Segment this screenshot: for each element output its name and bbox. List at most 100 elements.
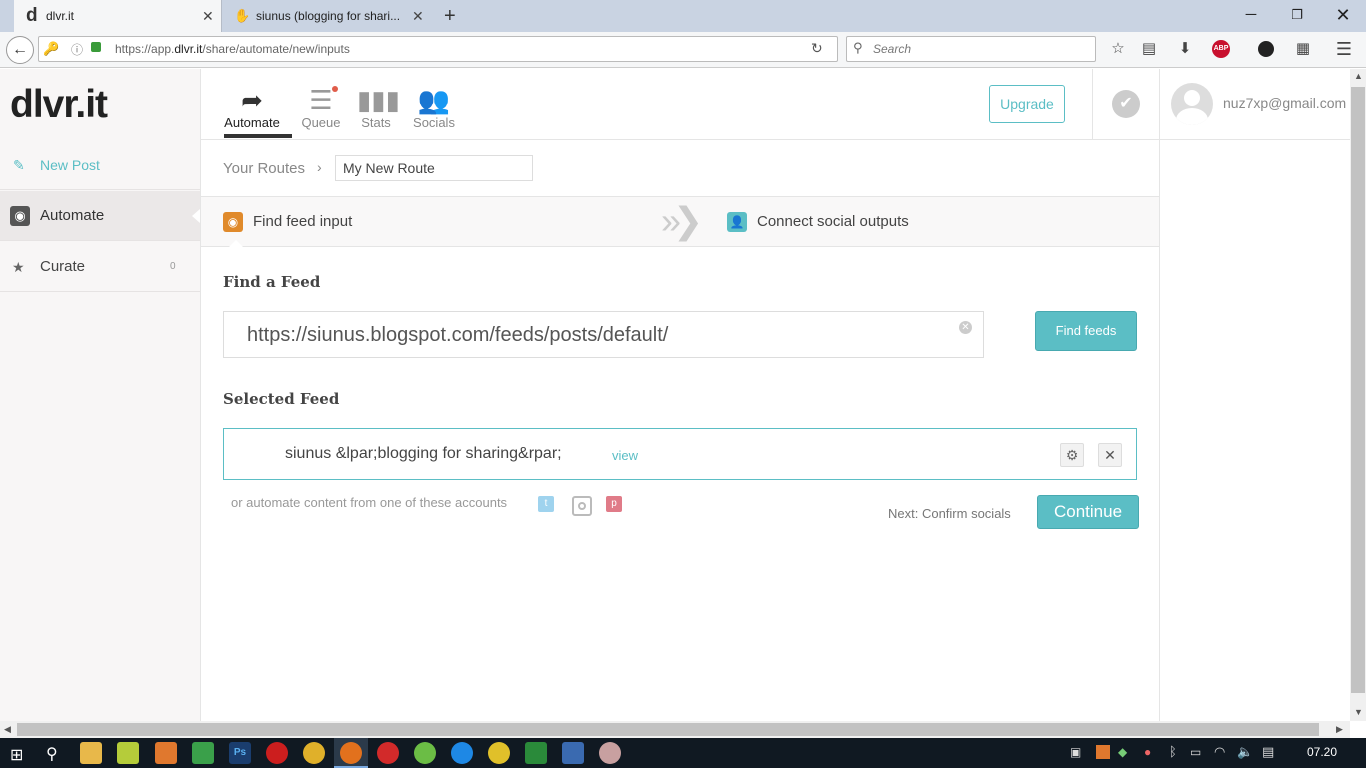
step-connect-social-outputs[interactable]: Connect social outputs (757, 197, 909, 247)
bluetooth-icon[interactable]: ᛒ (1169, 744, 1177, 759)
messenger-icon[interactable] (451, 742, 473, 764)
breadcrumb: Your Routes › (201, 140, 1159, 197)
tray-icon[interactable]: ● (1144, 745, 1151, 759)
close-tab-icon[interactable]: ✕ (412, 9, 424, 23)
search-icon[interactable]: ⚲ (46, 744, 58, 764)
selected-feed-name: siunus &lpar;blogging for sharing&rpar; (285, 445, 562, 462)
scroll-thumb[interactable] (17, 723, 1319, 736)
curate-count-badge: 0 (170, 261, 176, 272)
clock[interactable]: 07.20 (1307, 745, 1337, 759)
bookmark-star-icon[interactable]: ☆ (1109, 40, 1127, 58)
restore-icon[interactable]: ❐ (1274, 0, 1320, 30)
clear-icon[interactable]: ✕ (959, 321, 972, 334)
step-find-feed-input[interactable]: Find feed input (253, 197, 352, 247)
feed-url-value: https://siunus.blogspot.com/feeds/posts/… (247, 324, 669, 346)
utorrent-icon[interactable] (414, 742, 436, 764)
new-tab-icon[interactable]: + (444, 5, 456, 28)
route-name-input[interactable] (335, 155, 533, 181)
view-feed-link[interactable]: view (612, 448, 638, 463)
app-icon[interactable] (377, 742, 399, 764)
app-icon[interactable] (192, 742, 214, 764)
sidebar-item-curate[interactable]: ★ Curate 0 (0, 242, 200, 292)
twitter-icon[interactable]: t (538, 496, 554, 512)
scroll-down-icon[interactable]: ▼ (1354, 707, 1363, 717)
tab-socials[interactable]: 👥 Socials (410, 85, 458, 130)
status-area: ✔ (1092, 69, 1159, 140)
browser-search-input[interactable]: ⚲ Search (846, 36, 1096, 62)
tray-icon[interactable]: ◆ (1118, 745, 1127, 759)
pinterest-icon[interactable]: p (606, 496, 622, 512)
file-explorer-icon[interactable] (80, 742, 102, 764)
app-icon[interactable] (562, 742, 584, 764)
selected-feed-heading: Selected Feed (223, 390, 340, 408)
url-bar[interactable]: 🔑 ⓘ https://app.dlvr.it/share/automate/n… (38, 36, 838, 62)
photoshop-icon[interactable]: Ps (229, 742, 251, 764)
qr-code-icon[interactable]: ▦ (1294, 40, 1312, 58)
tray-icon[interactable]: ▣ (1070, 745, 1081, 759)
notepad-icon[interactable] (117, 742, 139, 764)
rss-icon: ◉ (223, 212, 243, 232)
find-feeds-button[interactable]: Find feeds (1035, 311, 1137, 351)
tab-label: Socials (413, 115, 455, 130)
reading-list-icon[interactable]: ▤ (1140, 40, 1158, 58)
notification-dot (332, 86, 338, 92)
vertical-scrollbar[interactable]: ▲ ▼ (1350, 69, 1366, 721)
wifi-icon[interactable]: ◠ (1214, 744, 1225, 760)
dlvrit-logo[interactable]: dlvr.it (10, 83, 108, 127)
tab-queue[interactable]: ☰ Queue (299, 85, 343, 130)
user-menu[interactable]: nuz7xp@gmail.com (1160, 69, 1350, 140)
adblock-icon[interactable]: ABP (1212, 40, 1230, 58)
windows-start-icon[interactable]: ⊞ (10, 745, 23, 765)
tray-xampp-icon[interactable] (1096, 745, 1110, 759)
download-icon[interactable]: ⬇ (1176, 40, 1194, 58)
firefox-icon[interactable] (340, 742, 362, 764)
sidebar-item-new-post[interactable]: ✎ New Post (0, 140, 200, 190)
remove-feed-icon[interactable]: ✕ (1098, 443, 1122, 467)
extension-icon[interactable] (1258, 41, 1274, 57)
close-tab-icon[interactable]: ✕ (202, 9, 214, 23)
tab-dlvrit[interactable]: d dlvr.it ✕ (14, 0, 222, 32)
app-icon[interactable] (599, 742, 621, 764)
battery-icon[interactable]: ▭ (1190, 745, 1201, 759)
sidebar-item-automate[interactable]: ◉ Automate (0, 191, 200, 241)
site-info-icon[interactable]: 🔑 (43, 41, 59, 57)
check-icon[interactable]: ✔ (1112, 90, 1140, 118)
notification-icon[interactable]: ▤ (1262, 744, 1274, 760)
url-text[interactable]: https://app.dlvr.it/share/automate/new/i… (115, 42, 350, 56)
xampp-icon[interactable] (155, 742, 177, 764)
chrome-icon[interactable] (303, 742, 325, 764)
breadcrumb-your-routes[interactable]: Your Routes (223, 160, 305, 177)
bar-chart-icon: ▮▮▮ (357, 85, 400, 115)
tab-label: siunus (blogging for shari... (256, 9, 401, 23)
browser-nav-bar: ← 🔑 ⓘ https://app.dlvr.it/share/automate… (0, 32, 1366, 68)
tab-label: Automate (224, 115, 280, 130)
horizontal-scrollbar[interactable]: ◀ ▶ (0, 721, 1350, 738)
continue-button[interactable]: Continue (1037, 495, 1139, 529)
scroll-right-icon[interactable]: ▶ (1336, 724, 1343, 735)
info-icon[interactable]: ⓘ (71, 41, 83, 58)
minimize-icon[interactable]: ─ (1228, 0, 1274, 30)
windows-taskbar: ⊞ ⚲ Ps ▣ ◆ ● ᛒ ▭ ◠ 🔈 ▤ 07.20 (0, 738, 1366, 768)
scroll-thumb[interactable] (1351, 87, 1365, 693)
pencil-icon: ✎ (13, 157, 25, 173)
app-icon[interactable] (525, 742, 547, 764)
close-window-icon[interactable]: ✕ (1320, 0, 1366, 30)
instagram-icon[interactable] (572, 496, 592, 516)
app-icon[interactable] (488, 742, 510, 764)
volume-icon[interactable]: 🔈 (1237, 744, 1253, 760)
menu-icon[interactable]: ☰ (1335, 40, 1353, 58)
scroll-up-icon[interactable]: ▲ (1354, 71, 1363, 81)
tab-stats[interactable]: ▮▮▮ Stats (357, 85, 400, 130)
opera-icon[interactable] (266, 742, 288, 764)
back-icon[interactable]: ← (6, 36, 34, 64)
upgrade-button[interactable]: Upgrade (989, 85, 1065, 123)
tab-automate[interactable]: ➦ Automate (221, 85, 283, 130)
scroll-left-icon[interactable]: ◀ (4, 724, 11, 735)
reload-icon[interactable]: ↻ (811, 40, 823, 57)
tab-siunus[interactable]: ✋ siunus (blogging for shari... ✕ (224, 0, 432, 32)
user-panel: nuz7xp@gmail.com (1159, 69, 1350, 721)
feed-url-input[interactable]: https://siunus.blogspot.com/feeds/posts/… (223, 311, 984, 358)
steps-bar: ◉ Find feed input »❯ 👤 Connect social ou… (201, 197, 1159, 247)
avatar (1171, 83, 1213, 125)
gear-icon[interactable]: ⚙ (1060, 443, 1084, 467)
